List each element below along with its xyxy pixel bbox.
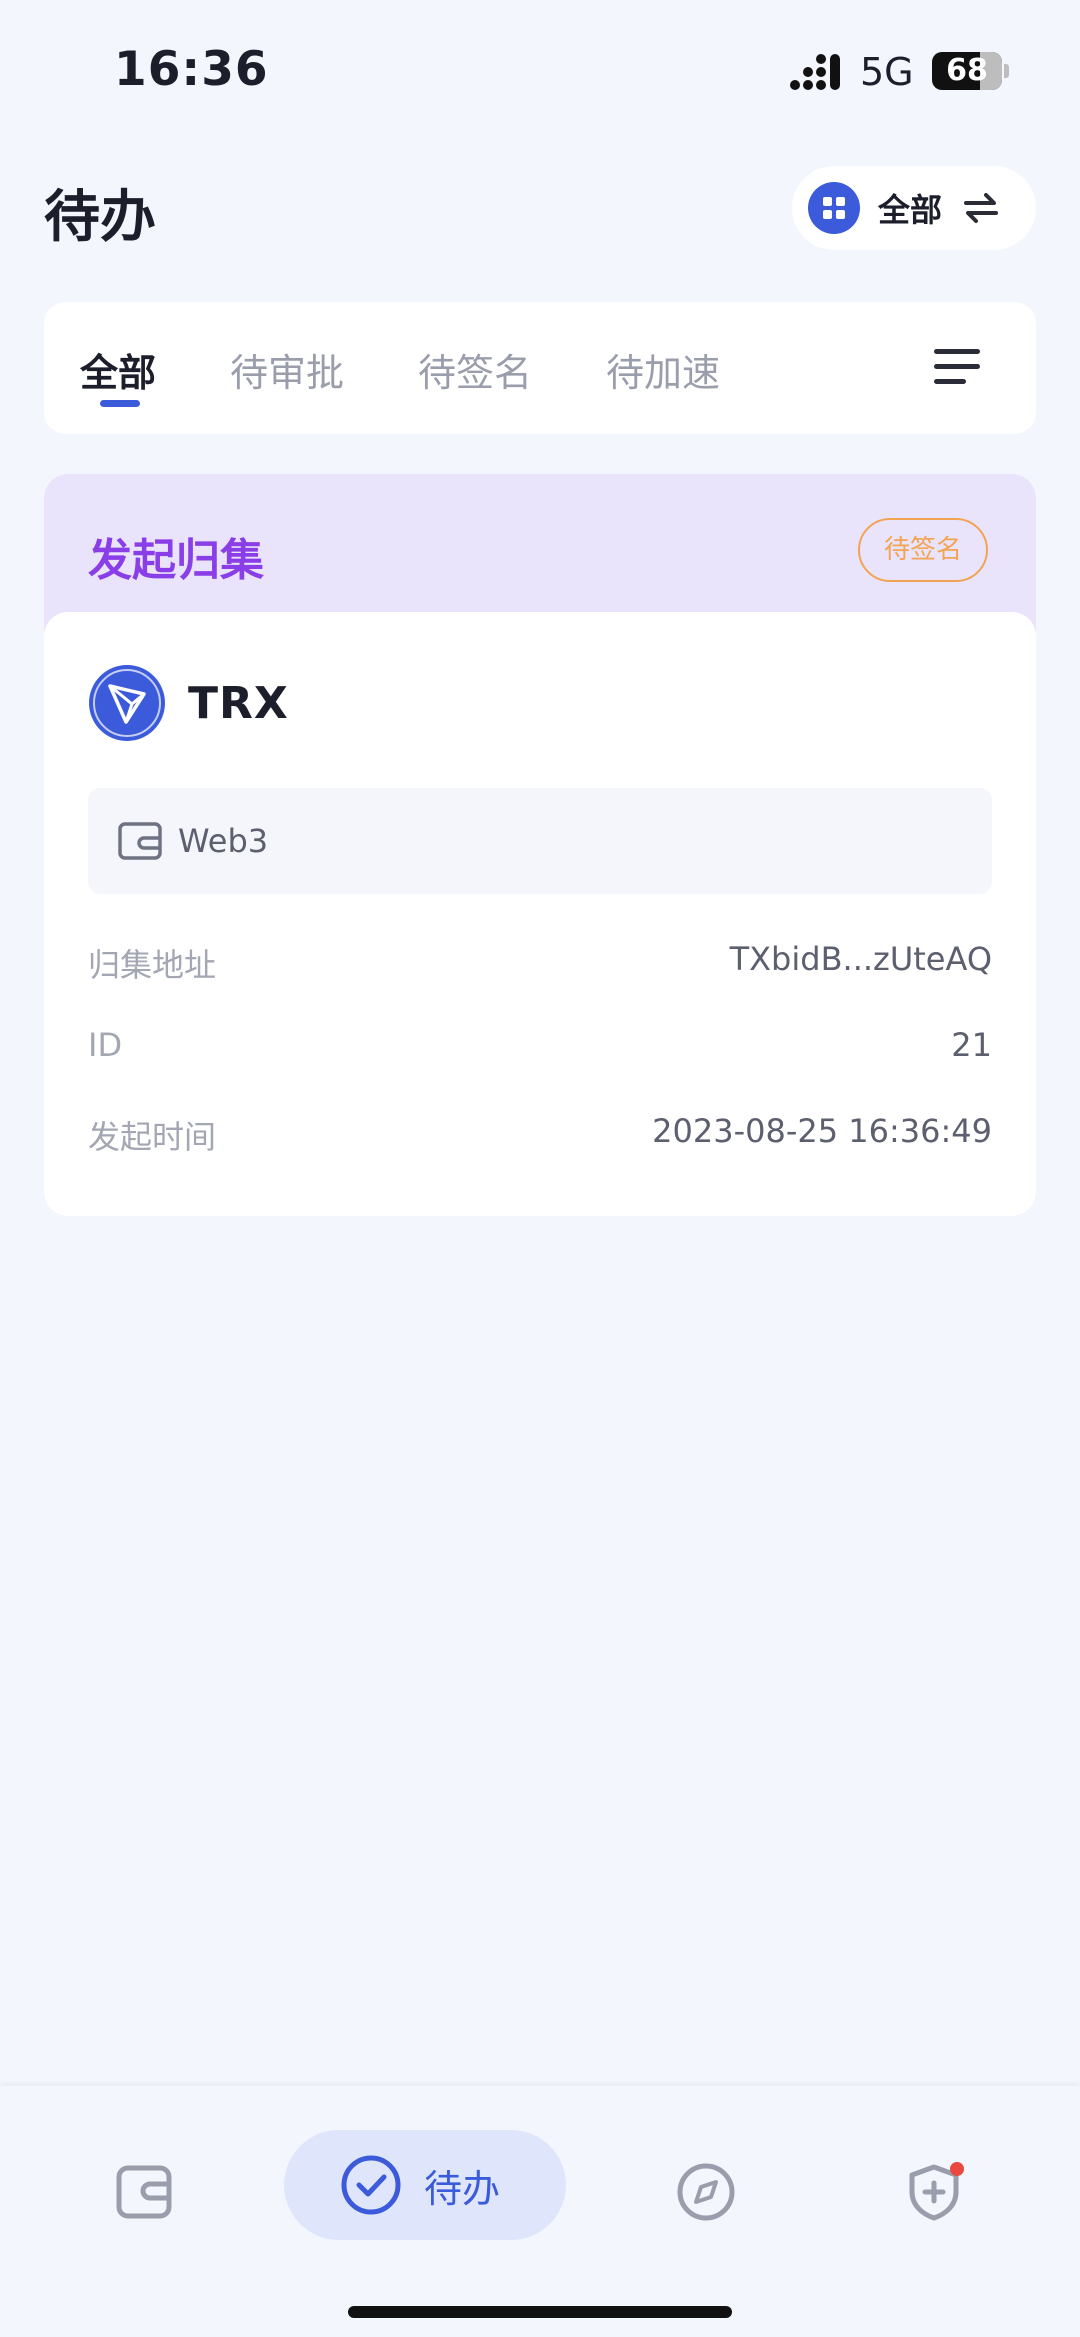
grid-icon [808,182,860,234]
status-time: 16:36 [114,42,269,97]
tab-pending-speedup[interactable]: 待加速 [606,342,720,397]
task-title: 发起归集 [88,535,264,586]
collection-address-row: 归集地址 TXbidB...zUteAQ [88,940,992,990]
coin-row: TRX [88,664,289,742]
row-value: TXbidB...zUteAQ [729,940,992,978]
battery-tip [1004,64,1009,78]
tab-bar: 全部 待审批 待签名 待加速 [44,302,1036,434]
check-circle-icon [341,2155,401,2215]
notification-dot [950,2162,964,2176]
page-title: 待办 [44,185,156,250]
tab-pending-signature[interactable]: 待签名 [418,342,532,397]
wallet-info: Web3 [88,788,992,894]
status-bar: 16:36 5G 68 [0,0,1080,130]
row-label: 发起时间 [88,1118,217,1156]
battery-icon: 68 [932,52,1002,90]
task-body: TRX Web3 归集地址 TXbidB...zUteAQ ID 21 发起时间… [44,612,1036,1216]
coin-name: TRX [188,677,289,729]
filter-label: 全部 [878,191,943,229]
wallet-icon[interactable] [114,2162,174,2222]
row-label: ID [88,1026,123,1064]
battery-level: 68 [946,53,988,88]
nav-todo-label: 待办 [424,2166,501,2211]
wallet-filter-button[interactable]: 全部 [792,166,1036,250]
compass-icon[interactable] [676,2162,736,2222]
tab-all[interactable]: 全部 [80,342,156,397]
swap-icon [964,193,999,223]
active-tab-indicator [100,400,140,407]
bottom-nav: 待办 [0,2086,1080,2337]
row-value: 2023-08-25 16:36:49 [652,1112,992,1150]
hamburger-menu-icon[interactable] [934,346,982,388]
tab-pending-approval[interactable]: 待审批 [230,342,344,397]
shield-plus-icon[interactable] [904,2162,964,2222]
signal-icon [790,54,840,90]
created-time-row: 发起时间 2023-08-25 16:36:49 [88,1112,992,1162]
nav-todo-button[interactable]: 待办 [284,2130,566,2240]
row-label: 归集地址 [88,946,217,984]
wallet-icon [118,822,162,860]
home-indicator [348,2306,732,2318]
task-card[interactable]: 发起归集 待签名 TRX Web3 归集地址 TXbidB...zUteAQ I… [44,474,1036,1216]
row-value: 21 [951,1026,992,1064]
tron-logo-icon [89,665,165,741]
todo-page: 16:36 5G 68 待办 全部 全部 待审批 待签名 待加速 发起归集 待签… [0,0,1080,2337]
status-badge: 待签名 [858,518,988,582]
id-row: ID 21 [88,1026,992,1076]
wallet-name: Web3 [178,822,269,860]
network-type: 5G [860,50,914,94]
